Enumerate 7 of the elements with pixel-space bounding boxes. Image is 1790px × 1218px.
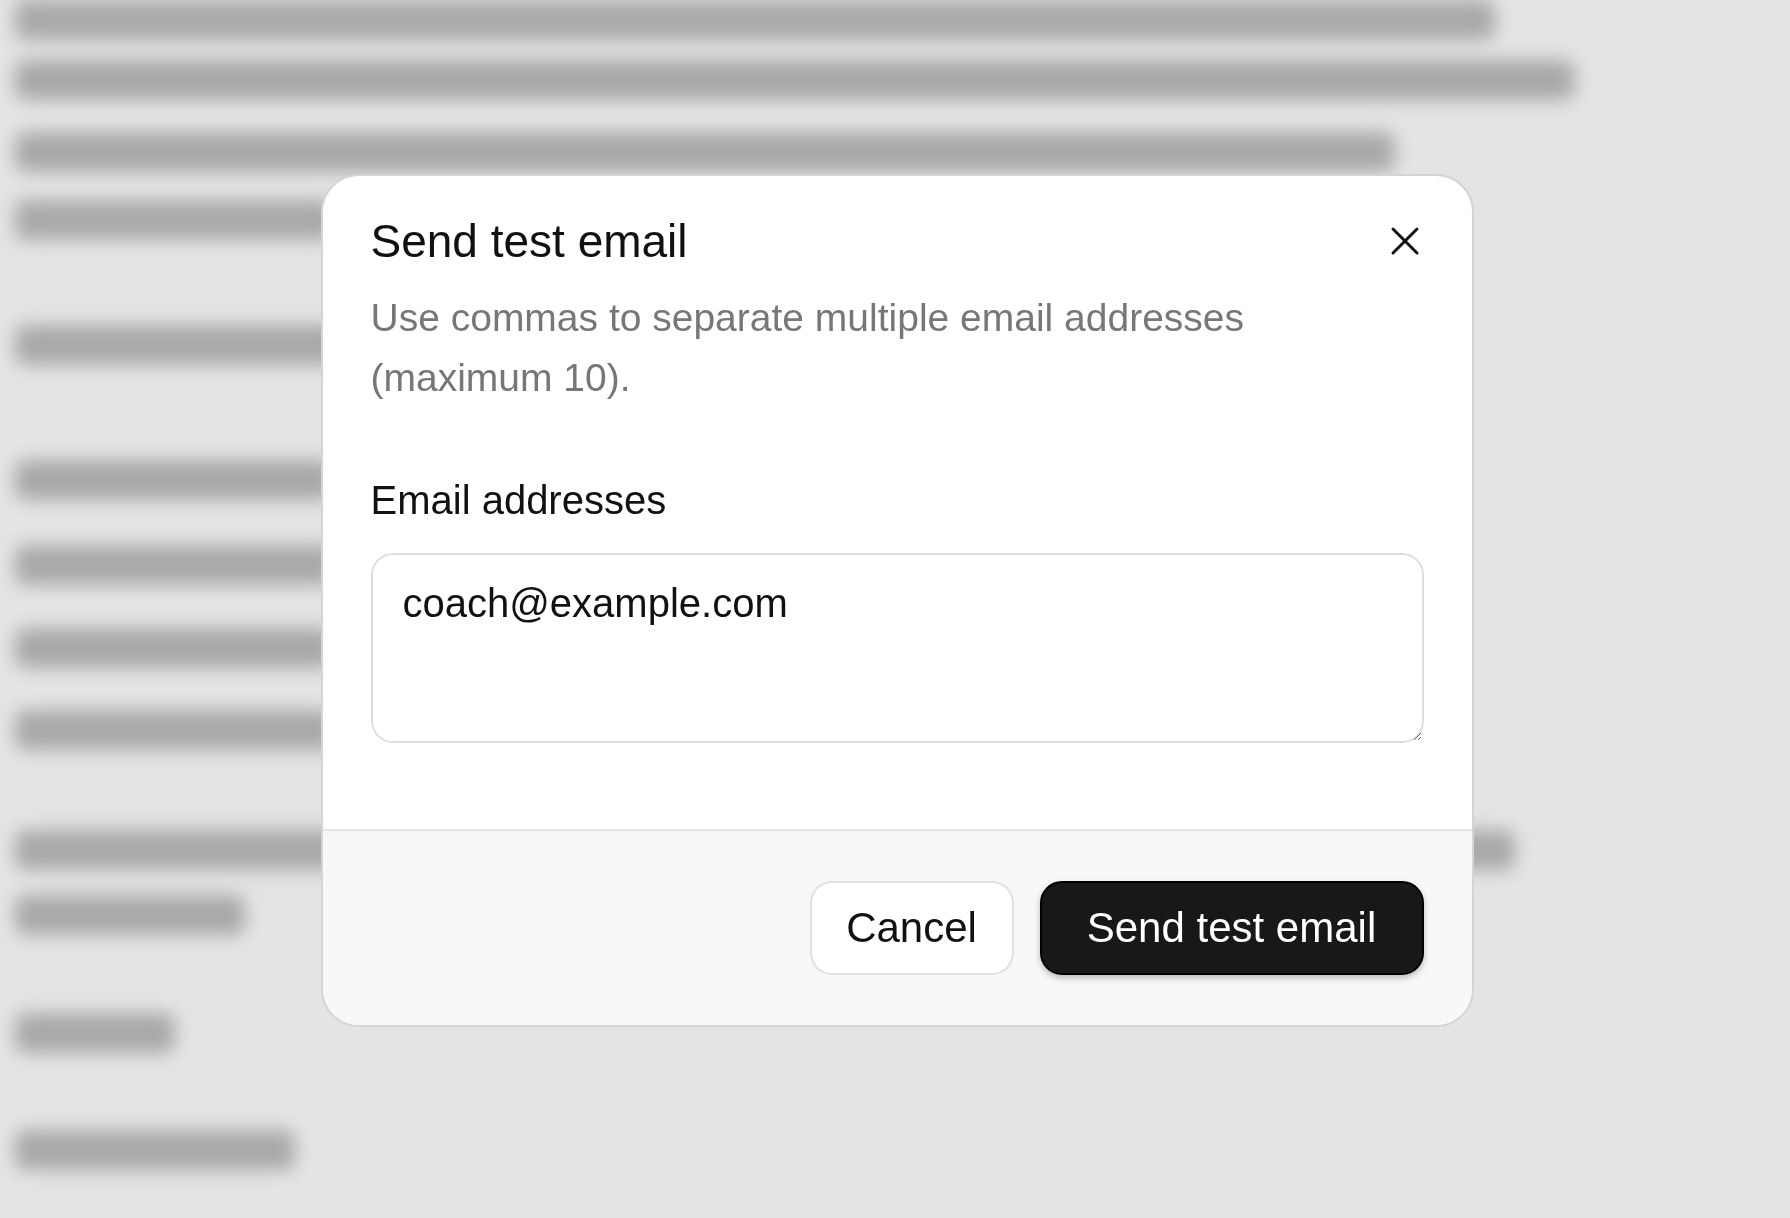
- email-input-field[interactable]: coach@example.com: [370, 553, 1424, 743]
- close-icon[interactable]: [1389, 226, 1420, 256]
- send-button[interactable]: Send test email: [1039, 881, 1424, 975]
- dialog-title: Send test email: [370, 214, 688, 268]
- field-label: Email addresses: [370, 478, 668, 523]
- dialog-description: Use commas to separate multiple email addresses (maximum 10).: [370, 295, 1246, 401]
- cancel-button[interactable]: Cancel: [809, 881, 1014, 975]
